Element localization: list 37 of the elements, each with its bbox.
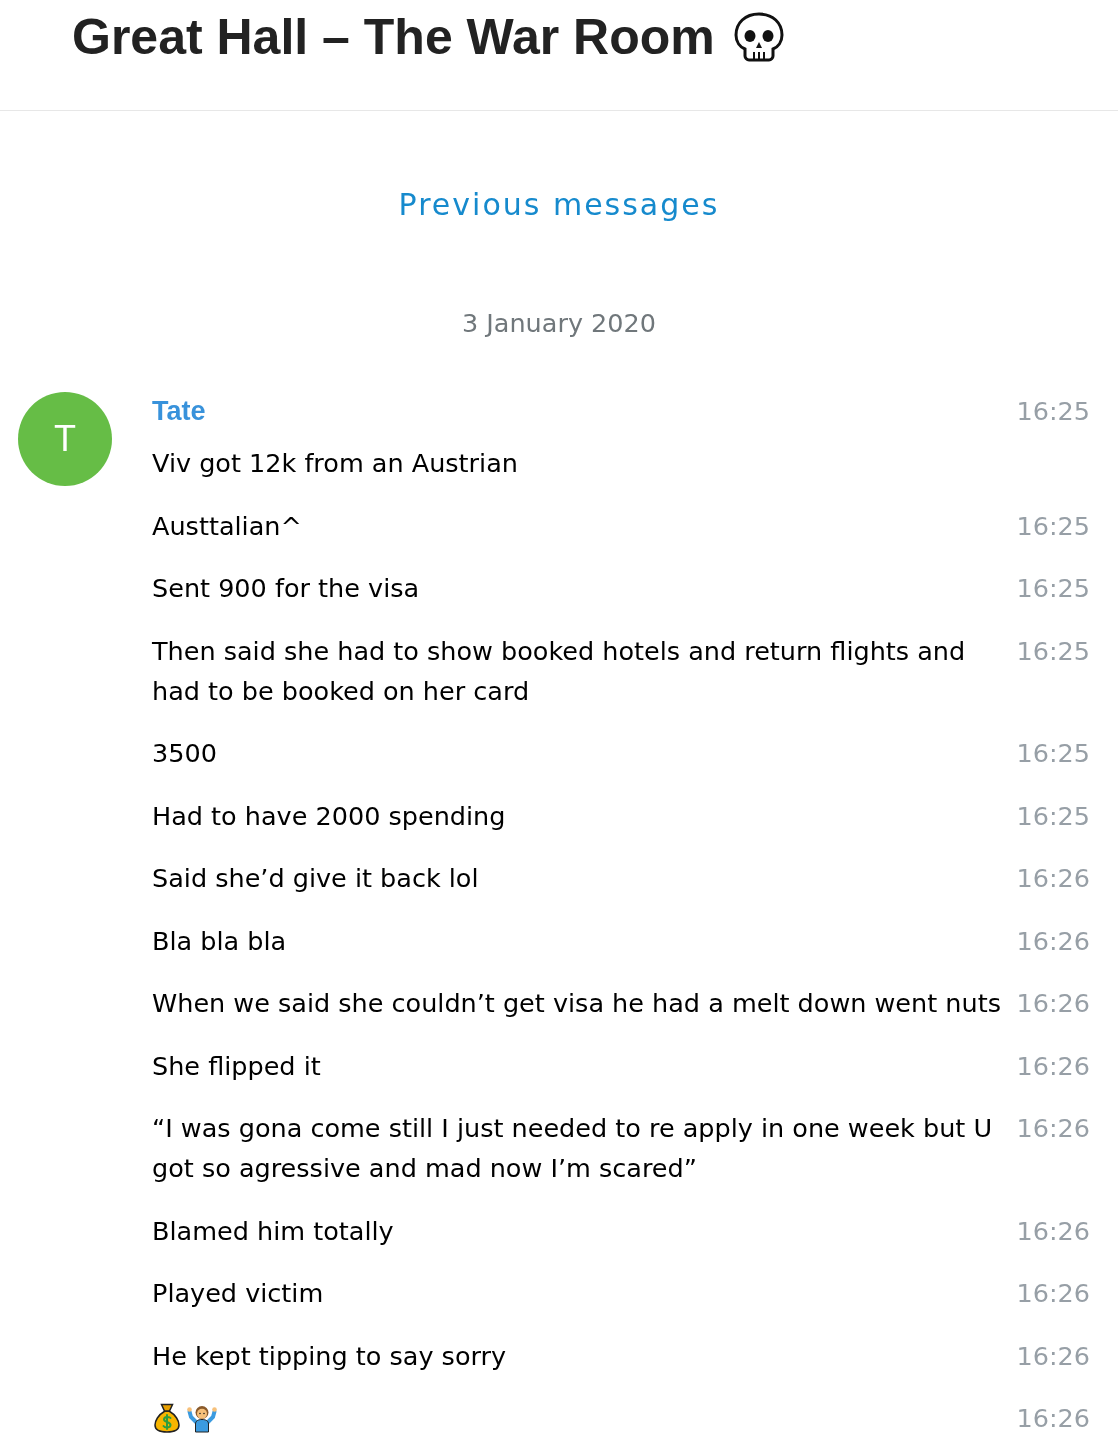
message-text: He kept tipping to say sorry (152, 1339, 507, 1373)
message-text: Sent 900 for the visa (152, 572, 420, 606)
message-text: “I was gona come still I just needed to re apply in one week but U got so agressive and mad now I’m scared” (152, 1112, 994, 1186)
message-time: 16:25 (1016, 572, 1090, 606)
message-time: 16:26 (1016, 987, 1090, 1021)
avatar: T (18, 392, 112, 486)
money-bag-icon (154, 1403, 180, 1434)
message-text: Played victim (152, 1277, 324, 1311)
message-time: 16:26 (1016, 1402, 1090, 1436)
message-text: When we said she couldn’t get visa he had a melt down went nuts (152, 987, 1001, 1021)
shrugging-person-icon (186, 1403, 218, 1434)
message-text: Said she’d give it back lol (152, 862, 479, 896)
message-time: 16:26 (1016, 924, 1090, 958)
skull-icon (732, 12, 785, 62)
message-text: Then said she had to show booked hotels and return flights and had to be booked on her card (152, 634, 967, 708)
message-text: Viv got 12k from an Austrian (152, 447, 518, 481)
message-text: 3500 (152, 737, 217, 771)
message-text: Bla bla bla (152, 924, 287, 958)
message-time: 16:25 (1016, 799, 1090, 833)
message-time: 16:26 (1016, 1049, 1090, 1083)
sender-name: Tate (152, 395, 206, 429)
message-text: Austtalian^ (152, 509, 302, 543)
message-text: Had to have 2000 spending (152, 799, 506, 833)
message-time: 16:26 (1016, 1277, 1090, 1311)
message-time: 16:25 (1016, 509, 1090, 543)
message-time: 16:25 (1016, 634, 1090, 668)
message-time: 16:26 (1016, 862, 1090, 896)
message-time: 16:25 (1016, 395, 1090, 429)
message-text: Blamed him totally (152, 1214, 394, 1248)
previous-messages-link[interactable]: Previous messages (398, 187, 720, 222)
message-text: She flipped it (152, 1049, 321, 1083)
message-time: 16:26 (1016, 1214, 1090, 1248)
message-time: 16:26 (1016, 1112, 1090, 1146)
date-separator: 3 January 2020 (462, 308, 656, 338)
message-time: 16:25 (1016, 737, 1090, 771)
chat-title: Great Hall – The War Room (72, 8, 715, 67)
message-time: 16:26 (1016, 1339, 1090, 1373)
